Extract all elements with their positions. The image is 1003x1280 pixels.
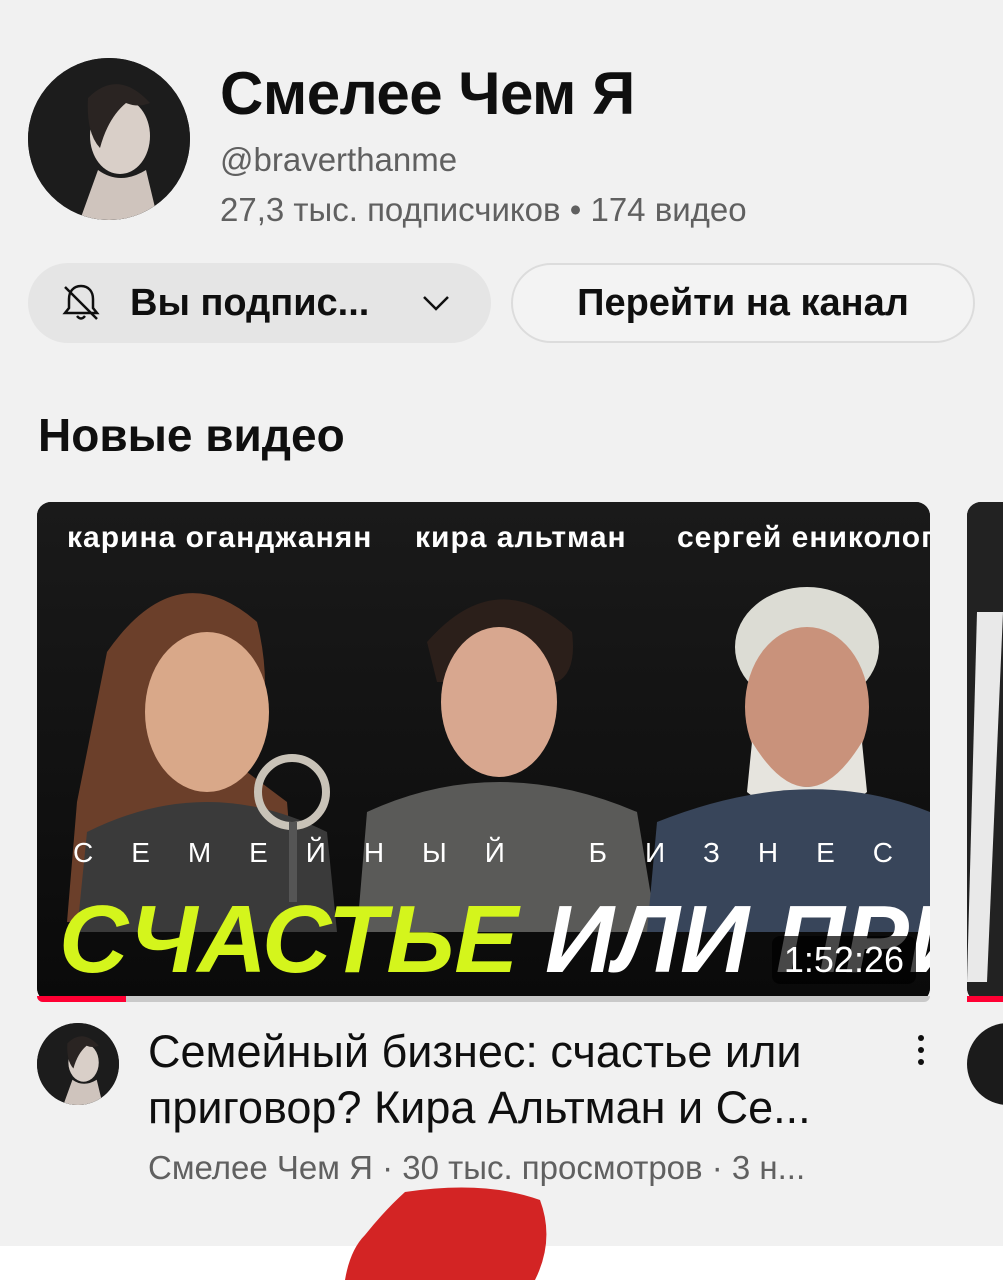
channel-avatar[interactable] — [28, 58, 190, 220]
red-scribble-mark — [345, 1187, 547, 1280]
channel-name: Смелее Чем Я — [220, 60, 635, 127]
video-title[interactable]: Семейный бизнес: счастье или приговор? К… — [148, 1024, 888, 1136]
chevron-down-icon — [423, 296, 449, 311]
section-title: Новые видео — [38, 409, 345, 461]
subscribed-label: Вы подпис... — [130, 281, 370, 324]
subscribed-button[interactable]: Вы подпис... — [28, 263, 491, 343]
more-vert-icon[interactable] — [908, 1030, 934, 1070]
channel-handle: @braverthanme — [220, 141, 458, 178]
video-duration: 1:52:26 — [771, 936, 916, 984]
next-video-progress — [967, 996, 1003, 1002]
thumbnail-headline-highlight: СЧАСТЬЕ — [59, 886, 521, 993]
watch-progress-bar — [37, 996, 930, 1002]
channel-stats: 27,3 тыс. подписчиков • 174 видео — [220, 191, 747, 228]
video-channel-avatar[interactable] — [37, 1023, 119, 1105]
thumbnail-name-2: кира альтман — [415, 521, 627, 554]
go-to-channel-button[interactable]: Перейти на канал — [511, 263, 975, 343]
next-video-thumbnail[interactable] — [967, 502, 1003, 1002]
thumbnail-name-3: сергей ениколопов — [677, 521, 930, 554]
video-thumbnail[interactable]: карина оганджанян кира альтман сергей ен… — [37, 502, 930, 1002]
watch-progress-fill — [37, 996, 127, 1002]
bell-off-icon — [62, 284, 100, 320]
thumbnail-name-1: карина оганджанян — [67, 521, 372, 554]
next-video-channel-avatar[interactable] — [967, 1023, 1003, 1105]
